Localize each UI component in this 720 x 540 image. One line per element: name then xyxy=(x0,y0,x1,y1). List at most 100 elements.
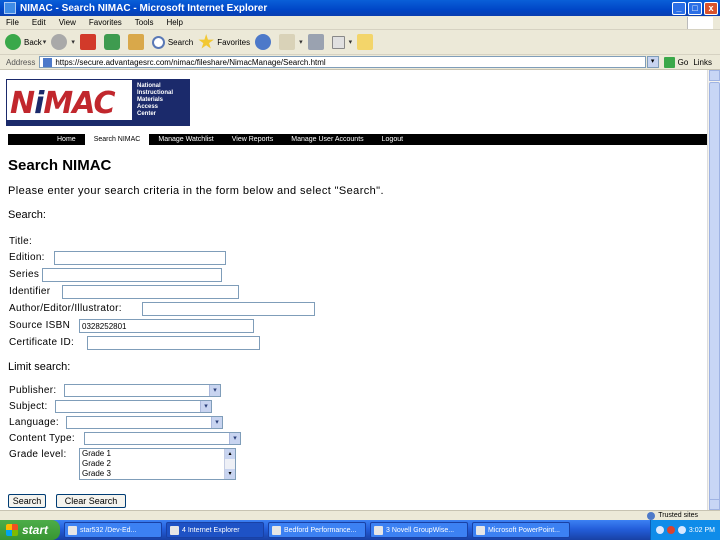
start-label: start xyxy=(22,523,49,537)
menu-favorites[interactable]: Favorites xyxy=(89,18,122,27)
go-button[interactable]: Go xyxy=(663,56,688,68)
grade-option[interactable]: Grade 3 xyxy=(80,469,235,479)
site-nav: Home Search NIMAC Manage Watchlist View … xyxy=(8,134,707,145)
forward-arrow-icon xyxy=(51,34,68,50)
taskbar-item[interactable]: Microsoft PowerPoint... xyxy=(472,522,570,538)
nav-manage-watchlist[interactable]: Manage Watchlist xyxy=(149,134,222,145)
links-button[interactable]: Links xyxy=(693,58,712,67)
chevron-down-icon[interactable]: ▾ xyxy=(229,433,240,444)
nav-search-nimac[interactable]: Search NIMAC xyxy=(84,134,150,145)
mail-button[interactable]: ▾ xyxy=(279,34,303,50)
edit-icon xyxy=(331,35,345,49)
nav-manage-user-accounts[interactable]: Manage User Accounts xyxy=(282,134,372,145)
address-dropdown[interactable]: ▾ xyxy=(646,56,659,68)
folder-button[interactable] xyxy=(357,34,376,50)
security-zone: Trusted sites xyxy=(647,511,698,520)
menu-edit[interactable]: Edit xyxy=(32,18,46,27)
nimac-logo: NiMAC National Instructional Materials A… xyxy=(6,79,190,126)
identifier-label: Identifier xyxy=(9,286,51,297)
zone-label: Trusted sites xyxy=(658,512,698,519)
print-button[interactable] xyxy=(307,34,327,50)
antivirus-icon[interactable] xyxy=(666,526,675,534)
chevron-down-icon[interactable]: ▾ xyxy=(299,38,303,46)
home-icon xyxy=(127,34,144,50)
chevron-down-icon[interactable]: ▾ xyxy=(43,38,47,46)
logo-line: National xyxy=(137,83,161,89)
edition-field[interactable] xyxy=(54,251,226,265)
address-url: https://secure.advantagesrc.com/nimac/fi… xyxy=(55,57,326,67)
logo-stripe xyxy=(7,120,132,125)
certificate-id-field[interactable] xyxy=(87,336,260,350)
home-button[interactable] xyxy=(127,34,147,50)
chevron-down-icon[interactable]: ▾ xyxy=(71,38,75,46)
maximize-button[interactable]: □ xyxy=(688,1,702,15)
language-select[interactable]: ▾ xyxy=(66,416,223,429)
series-field[interactable] xyxy=(42,268,222,282)
close-button[interactable]: x xyxy=(704,1,718,15)
taskbar-item[interactable]: Bedford Performance... xyxy=(268,522,366,538)
subject-select[interactable]: ▾ xyxy=(55,400,212,413)
app-icon xyxy=(68,525,77,535)
scroll-down-icon[interactable] xyxy=(709,499,720,510)
browser-toolbar: Back ▾ ▾ Search Favorites ▾ ▾ xyxy=(0,30,720,55)
scroll-up-icon[interactable] xyxy=(709,70,720,81)
source-isbn-field[interactable] xyxy=(79,319,254,333)
edit-button[interactable]: ▾ xyxy=(331,35,353,49)
taskbar-item[interactable]: 4 Internet Explorer xyxy=(166,522,264,538)
clear-search-button[interactable]: Clear Search xyxy=(56,494,126,508)
grade-level-label: Grade level: xyxy=(9,449,67,460)
content-type-select[interactable]: ▾ xyxy=(84,432,241,445)
chevron-down-icon[interactable]: ▾ xyxy=(349,38,353,46)
taskbar-item[interactable]: star532 /Dev-Ed... xyxy=(64,522,162,538)
intro-text: Please enter your search criteria in the… xyxy=(8,185,384,197)
grade-option[interactable]: Grade 2 xyxy=(80,459,235,469)
refresh-button[interactable] xyxy=(103,34,123,50)
menu-file[interactable]: File xyxy=(6,18,19,27)
scroll-down-icon[interactable]: ▾ xyxy=(225,469,235,479)
scroll-thumb[interactable] xyxy=(709,82,720,502)
favorites-button[interactable]: Favorites xyxy=(198,34,250,50)
back-button[interactable]: Back ▾ xyxy=(5,34,46,50)
nav-view-reports[interactable]: View Reports xyxy=(223,134,283,145)
printer-icon xyxy=(307,34,324,50)
start-button[interactable]: start xyxy=(0,520,60,540)
address-input[interactable]: https://secure.advantagesrc.com/nimac/fi… xyxy=(39,56,646,68)
app-icon xyxy=(272,525,281,535)
grade-level-listbox[interactable]: Grade 1 Grade 2 Grade 3 ▴ ▾ xyxy=(79,448,236,480)
forward-button[interactable]: ▾ xyxy=(51,34,75,50)
nav-logout[interactable]: Logout xyxy=(373,134,412,145)
back-label: Back xyxy=(24,37,42,47)
media-button[interactable] xyxy=(255,34,274,50)
listbox-scrollbar[interactable]: ▴ ▾ xyxy=(224,449,235,479)
limit-section-label: Limit search: xyxy=(8,361,71,373)
stop-button[interactable] xyxy=(79,34,99,50)
chevron-down-icon[interactable]: ▾ xyxy=(200,401,211,412)
taskbar-item-label: 4 Internet Explorer xyxy=(182,526,240,534)
scroll-up-icon[interactable]: ▴ xyxy=(225,449,235,459)
publisher-select[interactable]: ▾ xyxy=(64,384,221,397)
chevron-down-icon[interactable]: ▾ xyxy=(211,417,222,428)
page-icon xyxy=(43,57,53,67)
logo-wordmark-panel: NiMAC xyxy=(6,79,133,126)
logo-wordmark-n: N xyxy=(10,86,35,121)
menu-help[interactable]: Help xyxy=(166,18,182,27)
menu-view[interactable]: View xyxy=(59,18,76,27)
page-scrollbar[interactable] xyxy=(707,70,720,510)
address-bar: Address https://secure.advantagesrc.com/… xyxy=(0,55,720,70)
stop-icon xyxy=(79,34,96,50)
chevron-down-icon[interactable]: ▾ xyxy=(209,385,220,396)
logo-line: Access xyxy=(137,104,159,110)
search-submit-button[interactable]: Search xyxy=(8,494,46,508)
minimize-button[interactable]: _ xyxy=(672,1,686,15)
search-button[interactable]: Search xyxy=(151,35,193,49)
menu-tools[interactable]: Tools xyxy=(135,18,154,27)
title-label: Title: xyxy=(9,236,33,247)
network-icon[interactable] xyxy=(655,526,664,534)
taskbar-item[interactable]: 3 Novell GroupWise... xyxy=(370,522,468,538)
grade-option[interactable]: Grade 1 xyxy=(80,449,235,459)
page-viewport: NiMAC National Instructional Materials A… xyxy=(0,70,707,510)
author-field[interactable] xyxy=(142,302,315,316)
identifier-field[interactable] xyxy=(62,285,239,299)
nav-home[interactable]: Home xyxy=(48,134,85,145)
volume-icon[interactable] xyxy=(677,526,686,534)
